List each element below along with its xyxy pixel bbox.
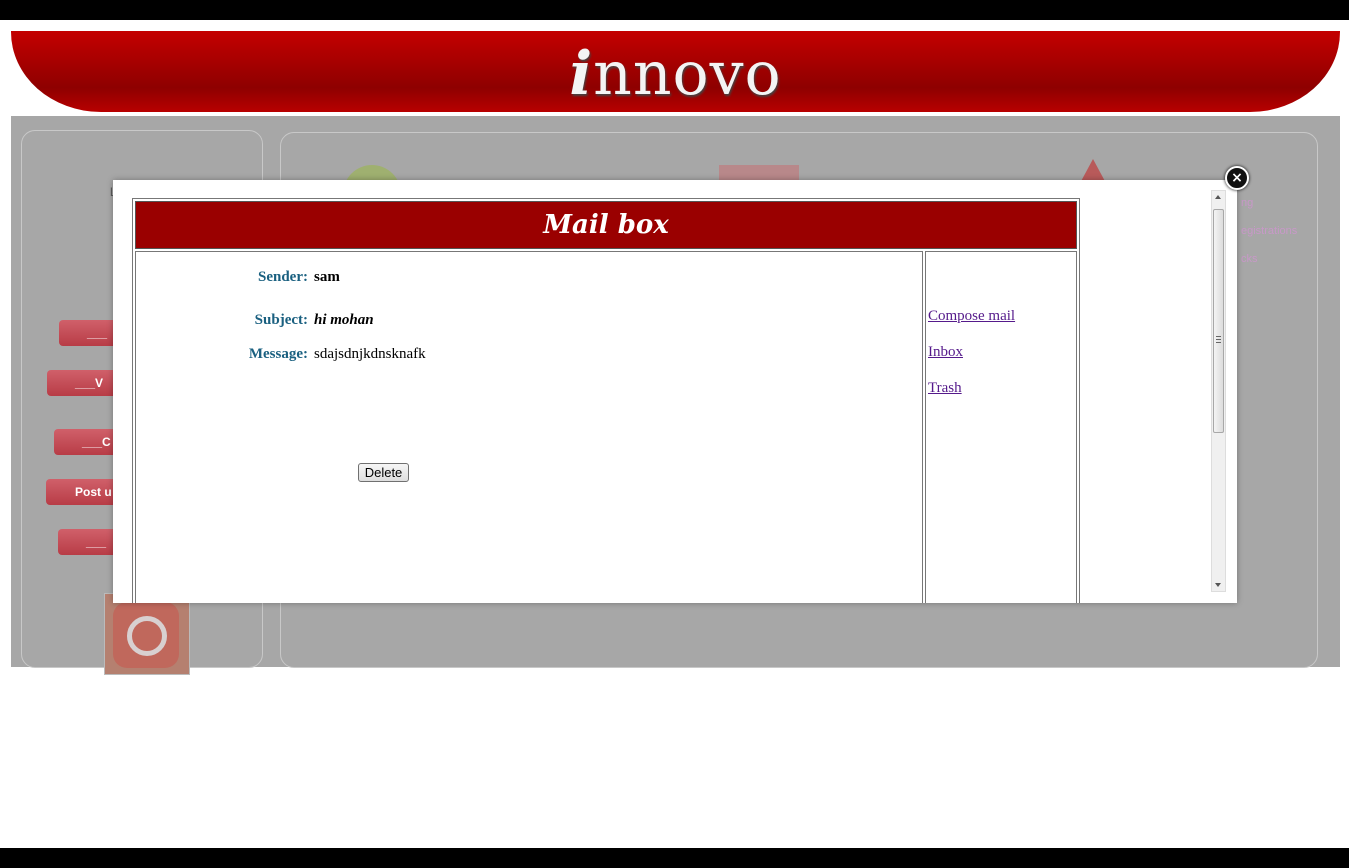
power-icon[interactable] <box>104 593 190 675</box>
scroll-thumb[interactable] <box>1213 209 1224 433</box>
logo-text: nnovo <box>593 39 782 109</box>
sender-label: Sender: <box>258 269 308 285</box>
modal-scrollbar[interactable] <box>1211 190 1226 592</box>
side-link[interactable]: egistrations <box>1241 217 1297 245</box>
scroll-down-icon[interactable] <box>1215 583 1221 587</box>
innovo-logo: innovo <box>11 39 1340 109</box>
message-value: sdajsdnjkdnsknafk <box>314 346 426 362</box>
site-banner: innovo <box>11 31 1340 112</box>
compose-mail-link[interactable]: Compose mail <box>928 308 1015 325</box>
scroll-up-icon[interactable] <box>1215 195 1221 199</box>
mailbox-nav: Compose mail Inbox Trash <box>925 251 1077 603</box>
mailbox-title: Mail box <box>135 201 1077 249</box>
inbox-link[interactable]: Inbox <box>928 344 963 361</box>
side-link[interactable]: ng <box>1241 189 1297 217</box>
mailbox-table: Mail box Sender: sam Subject: hi mohan M… <box>132 198 1080 603</box>
mailbox-modal: Mail box Sender: sam Subject: hi mohan M… <box>113 180 1237 603</box>
message-label: Message: <box>248 346 308 362</box>
subject-value: hi mohan <box>314 312 374 328</box>
top-bar <box>0 0 1349 20</box>
bottom-bar <box>0 848 1349 868</box>
message-detail: Sender: sam Subject: hi mohan Message: s… <box>135 251 923 603</box>
side-link[interactable]: cks <box>1241 245 1297 273</box>
trash-link[interactable]: Trash <box>928 380 962 397</box>
logo-i: i <box>569 39 594 109</box>
side-links: ng egistrations cks <box>1241 189 1297 273</box>
grip-icon <box>1216 336 1221 343</box>
delete-button[interactable]: Delete <box>358 463 409 482</box>
close-icon[interactable]: × <box>1225 166 1249 190</box>
subject-label: Subject: <box>254 312 308 328</box>
sender-value: sam <box>314 269 340 285</box>
